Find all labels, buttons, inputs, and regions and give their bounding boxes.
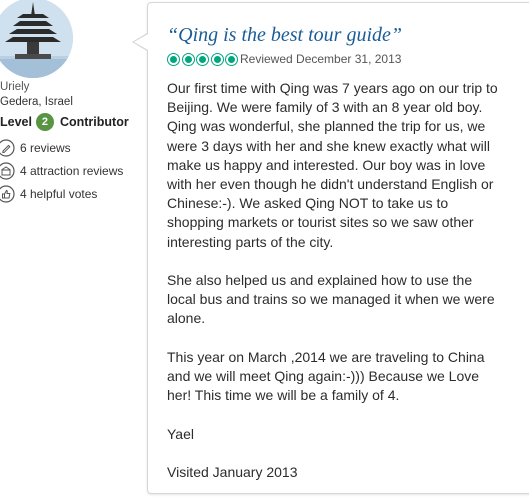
review-line: Qing was wonderful, she planned the trip…: [167, 118, 486, 135]
member-location: Gedera, Israel: [0, 96, 73, 108]
stat-helpful-label: 4 helpful votes: [20, 187, 98, 201]
review-paragraph: Our first time with Qing was 7 years ago…: [167, 79, 507, 252]
thumbs-up-icon: [0, 185, 15, 203]
rating-bubble-fill: [199, 56, 206, 63]
review-line: She also helped us and explained how to …: [167, 272, 473, 289]
review-title[interactable]: “Qing is the best tour guide”: [167, 24, 402, 47]
review-paragraph: This year on March ,2014 we are travelin…: [167, 348, 507, 406]
level-suffix: Contributor: [59, 115, 129, 129]
rating-bubble: [210, 53, 224, 66]
review-line: her! This time we will be a family of 4.: [167, 387, 400, 404]
pagoda-photo: [0, 0, 73, 78]
bubble-rating: [167, 53, 240, 66]
review-line: local bus and trains so we managed it wh…: [167, 291, 495, 308]
stat-attraction-reviews[interactable]: 4 attraction reviews: [0, 162, 123, 180]
review-line: Visited January 2013: [167, 464, 298, 480]
review-line: make us happy and interested. Our boy wa…: [167, 156, 486, 173]
pencil-icon: [0, 139, 15, 157]
rating-bubble: [225, 53, 238, 66]
rating-bubble-fill: [170, 56, 177, 63]
member-name[interactable]: Uriely: [0, 81, 29, 93]
rating-bubble: [196, 53, 209, 66]
rating-bubble-fill: [228, 56, 235, 63]
review-line: with her even though he didn't understan…: [167, 176, 494, 193]
rating-bubble-fill: [184, 56, 192, 63]
review-line: and we will meet Qing again:-))) Because…: [167, 368, 480, 385]
contributor-level: Level 2 Contributor: [0, 112, 129, 132]
review-line: interesting parts of the city.: [167, 233, 334, 250]
reviewed-date: Reviewed December 31, 2013: [240, 52, 402, 66]
review-paragraph: She also helped us and explained how to …: [167, 271, 507, 329]
level-badge: 2: [35, 113, 54, 131]
rating-bubble: [181, 53, 195, 66]
review-line: shopping markets or tourist sites so we …: [167, 214, 474, 231]
avatar[interactable]: [0, 0, 73, 78]
stat-attraction-label: 4 attraction reviews: [20, 164, 124, 178]
stat-helpful-votes[interactable]: 4 helpful votes: [0, 185, 97, 203]
review-paragraph: Visited January 2013: [167, 463, 507, 482]
level-prefix: Level: [0, 115, 32, 129]
review-line: Our first time with Qing was 7 years ago…: [167, 80, 498, 96]
card-pointer-inner: [134, 34, 148, 50]
rating-bubble: [167, 53, 180, 66]
review-line: were 3 days with her and she knew exactl…: [167, 137, 490, 154]
stat-reviews[interactable]: 6 reviews: [0, 139, 71, 157]
attraction-icon: [0, 162, 15, 180]
review-body: Our first time with Qing was 7 years ago…: [167, 79, 507, 501]
review-line: Beijing. We were family of 3 with an 8 y…: [167, 99, 483, 116]
review-line: This year on March ,2014 we are travelin…: [167, 348, 485, 365]
review-line: alone.: [167, 310, 206, 327]
stat-reviews-label: 6 reviews: [20, 141, 71, 155]
rating-bubble-fill: [213, 56, 221, 63]
review-line: Yael: [167, 425, 194, 442]
review-line: Chinese:-). We asked Qing NOT to take us…: [167, 195, 449, 212]
review-paragraph: Yael: [167, 425, 507, 444]
